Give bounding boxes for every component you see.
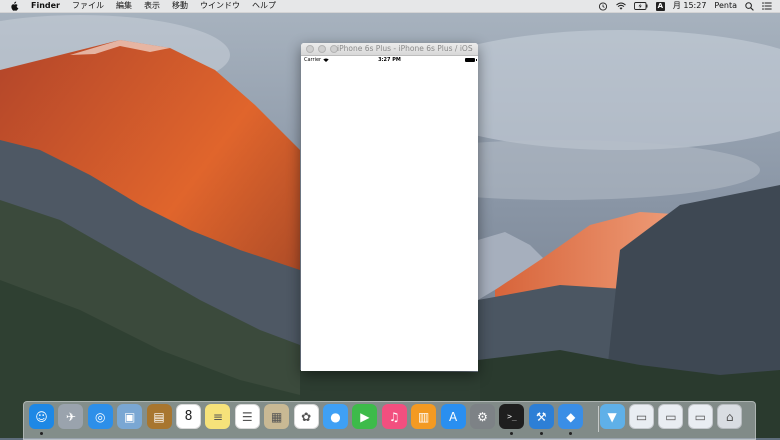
running-indicator-xcode [539,432,543,435]
menu-view[interactable]: 表示 [144,0,160,12]
wifi-icon[interactable] [615,2,626,10]
dock-item-system-preferences[interactable]: ⚙ [470,404,495,429]
notification-center-icon[interactable] [762,2,772,10]
spotlight-search-icon[interactable] [745,1,754,11]
dock-item-reminders[interactable]: ☰ [234,404,260,429]
notes-icon: ≡ [212,409,223,424]
simulator-title: iPhone 6s Plus - iPhone 6s Plus / iOS 9.… [337,44,474,53]
dock-item-trash[interactable]: ⌂ [717,404,743,429]
menu-go[interactable]: 移動 [172,0,188,12]
dock-item-photos[interactable]: ✿ [293,404,319,429]
document-stack-icon: ▭ [694,409,706,424]
dock-item-app-store[interactable]: A [440,404,466,429]
document-stack-icon: ▭ [665,409,677,424]
ios-status-bar: Carrier 3:27 PM [301,56,478,65]
document-stack-icon: ▭ [635,409,648,424]
address-book-icon: ▤ [153,409,165,424]
terminal-icon: >_ [507,412,517,421]
dock-separator [598,406,599,432]
rocket-icon: ✈ [65,409,76,424]
image-collage-icon: ▦ [271,409,283,424]
dock-item-contacts[interactable]: ▤ [146,404,172,429]
input-source-icon[interactable]: A [655,1,665,11]
battery-icon[interactable] [633,2,648,10]
close-button[interactable] [306,45,314,53]
ios-battery-icon [465,58,477,62]
dock-item-downloads-folder[interactable]: ▼ [599,404,625,429]
music-note-icon: ♫ [388,409,400,424]
dock-item-safari[interactable]: ◎ [87,404,113,429]
folder-icon: ▼ [607,409,617,424]
menu-edit[interactable]: 編集 [116,0,132,12]
gear-icon: ⚙ [477,409,488,424]
dock-item-ibooks[interactable]: ▥ [411,404,437,429]
ios-status-time: 3:27 PM [378,57,401,63]
dock-item-terminal[interactable]: >_ [499,404,525,429]
menubar-clock[interactable]: 月 15:27 [673,0,707,12]
compass-icon: ◎ [95,409,106,424]
reminders-icon: ☰ [241,409,253,424]
app-store-icon: A [448,409,458,424]
dock-item-preview[interactable]: ▣ [117,404,143,429]
simulator-icon: ◆ [566,409,576,424]
simulator-window[interactable]: iPhone 6s Plus - iPhone 6s Plus / iOS 9.… [301,43,478,371]
dock-item-notes[interactable]: ≡ [205,404,231,429]
menu-window[interactable]: ウインドウ [200,0,240,12]
dock-item-calendar[interactable]: 8 [176,404,201,429]
dock-item-stack-1[interactable]: ▭ [629,404,654,429]
dock-item-stack-2[interactable]: ▭ [658,404,684,429]
dock-item-launchpad[interactable]: ✈ [58,404,84,429]
apple-menu-icon[interactable] [10,1,19,11]
speech-bubble-icon: ● [330,409,341,424]
time-machine-icon[interactable] [598,1,608,11]
menu-app-name[interactable]: Finder [31,0,60,12]
simulator-screen[interactable] [301,65,478,371]
dock-item-itunes[interactable]: ♫ [381,404,407,429]
dock-item-messages[interactable]: ● [323,404,348,429]
dock-item-photo-slideshow[interactable]: ▦ [264,404,290,429]
menu-bar: Finder ファイル 編集 表示 移動 ウインドウ ヘルプ A 月 15:27… [0,0,780,13]
hammer-icon: ⚒ [535,409,547,424]
video-camera-icon: ▶ [360,409,370,424]
menu-help[interactable]: ヘルプ [252,0,276,12]
menu-file[interactable]: ファイル [72,0,104,12]
trash-icon: ⌂ [725,409,734,424]
minimize-button[interactable] [318,45,326,53]
dock-item-finder[interactable]: ☺ [29,404,54,429]
finder-icon: ☺ [35,409,48,424]
menubar-user[interactable]: Penta [714,0,737,12]
photos-flower-icon: ✿ [301,409,312,424]
dock-item-simulator[interactable]: ◆ [558,404,584,429]
photo-viewer-icon: ▣ [124,409,136,424]
calendar-icon: 8 [184,409,193,424]
simulator-titlebar[interactable]: iPhone 6s Plus - iPhone 6s Plus / iOS 9.… [301,43,478,56]
dock-item-facetime[interactable]: ▶ [352,404,378,429]
dock-item-stack-3[interactable]: ▭ [687,404,713,429]
running-indicator-finder [40,432,43,435]
dock-item-xcode[interactable]: ⚒ [528,404,554,429]
book-icon: ▥ [418,409,430,424]
